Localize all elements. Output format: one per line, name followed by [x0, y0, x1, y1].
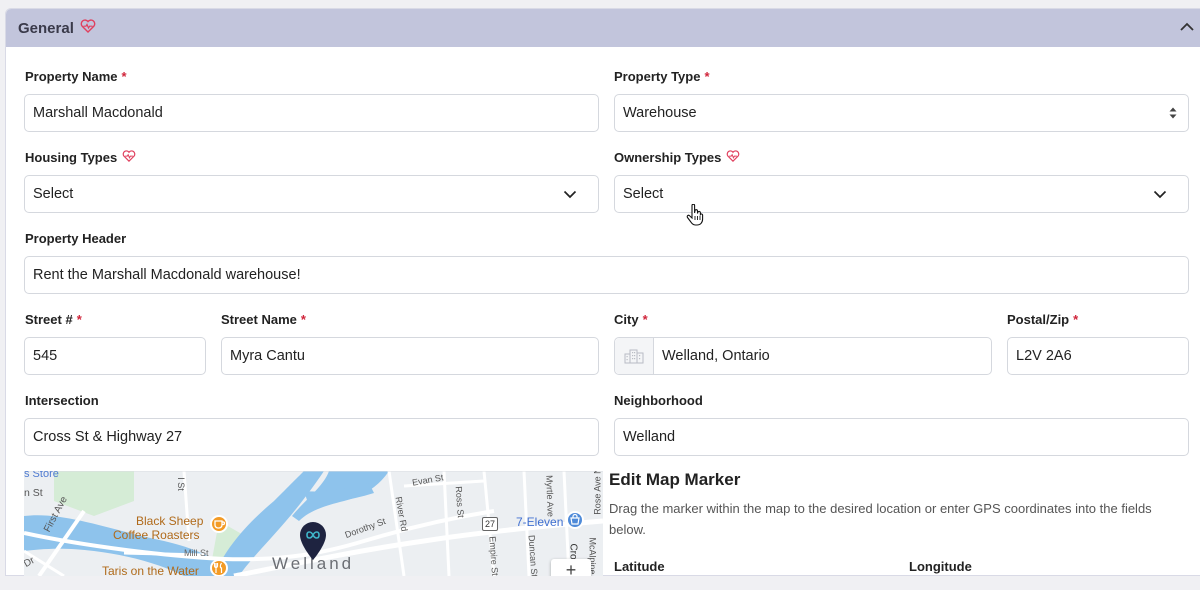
longitude-label-text: Longitude — [909, 559, 972, 574]
chevron-up-icon[interactable] — [1178, 18, 1196, 41]
heart-pulse-icon — [80, 18, 96, 38]
map-label: Taris on the Water — [102, 564, 199, 576]
required-mark: * — [642, 312, 648, 327]
intersection-input[interactable]: Cross St & Highway 27 — [24, 418, 599, 456]
heart-pulse-icon — [122, 150, 136, 165]
property-type-label: Property Type * — [614, 69, 710, 84]
property-type-select[interactable]: Warehouse — [614, 94, 1189, 132]
city-input[interactable]: Welland, Ontario — [614, 337, 992, 375]
property-name-value: Marshall Macdonald — [33, 105, 163, 121]
ownership-types-label-text: Ownership Types — [614, 150, 722, 165]
property-type-label-text: Property Type — [614, 69, 701, 84]
ownership-types-value: Select — [623, 186, 664, 202]
zoom-in-button[interactable]: + — [551, 559, 591, 576]
map-view[interactable]: s Store n St First Ave Dr Black Sheep Co… — [24, 471, 603, 576]
property-header-value: Rent the Marshall Macdonald warehouse! — [33, 267, 301, 283]
chevron-down-icon — [1152, 186, 1168, 206]
map-label: Black Sheep — [136, 514, 204, 528]
section-title: General — [18, 19, 74, 37]
postal-zip-input[interactable]: L2V 2A6 — [1007, 337, 1189, 375]
street-name-value: Myra Cantu — [230, 348, 305, 364]
edit-map-marker-title: Edit Map Marker — [609, 470, 741, 489]
map-label: Cro — [567, 543, 579, 560]
longitude-label: Longitude — [909, 559, 972, 574]
map-label: Coffee Roasters — [113, 528, 200, 542]
map-label: 7-Eleven — [516, 515, 564, 529]
street-number-label-text: Street # — [25, 312, 73, 327]
property-type-value: Warehouse — [623, 105, 697, 121]
map-label: n St — [24, 487, 43, 499]
property-name-label-text: Property Name — [25, 69, 118, 84]
chevron-down-icon — [562, 186, 578, 206]
neighborhood-input[interactable]: Welland — [614, 418, 1189, 456]
postal-zip-label: Postal/Zip * — [1007, 312, 1078, 327]
neighborhood-label-text: Neighborhood — [614, 393, 703, 408]
required-mark: * — [300, 312, 306, 327]
map-label: Mill St — [184, 548, 209, 558]
neighborhood-value: Welland — [623, 429, 676, 445]
city-label: City * — [614, 312, 648, 327]
map-label: Myrtle Ave — [544, 474, 556, 518]
required-mark: * — [704, 69, 710, 84]
map-label: s Store — [24, 471, 59, 480]
street-number-label: Street # * — [25, 312, 82, 327]
street-number-value: 545 — [33, 348, 58, 364]
intersection-label: Intersection — [25, 393, 99, 408]
edit-map-marker-description: Drag the marker within the map to the de… — [609, 501, 1152, 537]
street-name-label: Street Name * — [221, 312, 306, 327]
postal-zip-label-text: Postal/Zip — [1007, 312, 1070, 327]
section-header[interactable]: General — [6, 9, 1200, 47]
required-mark: * — [121, 69, 127, 84]
property-header-label: Property Header — [25, 231, 126, 246]
street-name-input[interactable]: Myra Cantu — [221, 337, 599, 375]
heart-pulse-icon — [726, 150, 740, 165]
property-header-label-text: Property Header — [25, 231, 127, 246]
sort-updown-icon — [1168, 106, 1178, 124]
restaurant-icon[interactable] — [210, 559, 228, 576]
property-name-input[interactable]: Marshall Macdonald — [24, 94, 599, 132]
intersection-label-text: Intersection — [25, 393, 99, 408]
map-marker-icon[interactable] — [298, 521, 328, 566]
hand-pointer-cursor-icon — [686, 203, 704, 231]
neighborhood-label: Neighborhood — [614, 393, 703, 408]
city-value: Welland, Ontario — [662, 348, 770, 364]
city-icon — [615, 338, 654, 374]
map-label: Rose Ave N — [592, 471, 603, 515]
street-number-input[interactable]: 545 — [24, 337, 206, 375]
housing-types-value: Select — [33, 186, 74, 202]
highway-shield: 27 — [482, 517, 498, 531]
required-mark: * — [1073, 312, 1079, 327]
housing-types-select[interactable]: Select — [24, 175, 599, 213]
property-header-input[interactable]: Rent the Marshall Macdonald warehouse! — [24, 256, 1189, 294]
map-label: I St — [175, 477, 186, 491]
street-name-label-text: Street Name — [221, 312, 297, 327]
housing-types-label-text: Housing Types — [25, 150, 118, 165]
latitude-label: Latitude — [614, 559, 665, 574]
store-icon[interactable] — [566, 511, 584, 529]
map-label: Ross St — [453, 485, 466, 519]
city-label-text: City — [614, 312, 639, 327]
cafe-icon[interactable] — [210, 515, 228, 533]
latitude-label-text: Latitude — [614, 559, 665, 574]
intersection-value: Cross St & Highway 27 — [33, 429, 183, 445]
housing-types-label: Housing Types — [25, 150, 136, 165]
postal-zip-value: L2V 2A6 — [1016, 348, 1072, 364]
ownership-types-label: Ownership Types — [614, 150, 740, 165]
property-name-label: Property Name * — [25, 69, 127, 84]
required-mark: * — [76, 312, 82, 327]
